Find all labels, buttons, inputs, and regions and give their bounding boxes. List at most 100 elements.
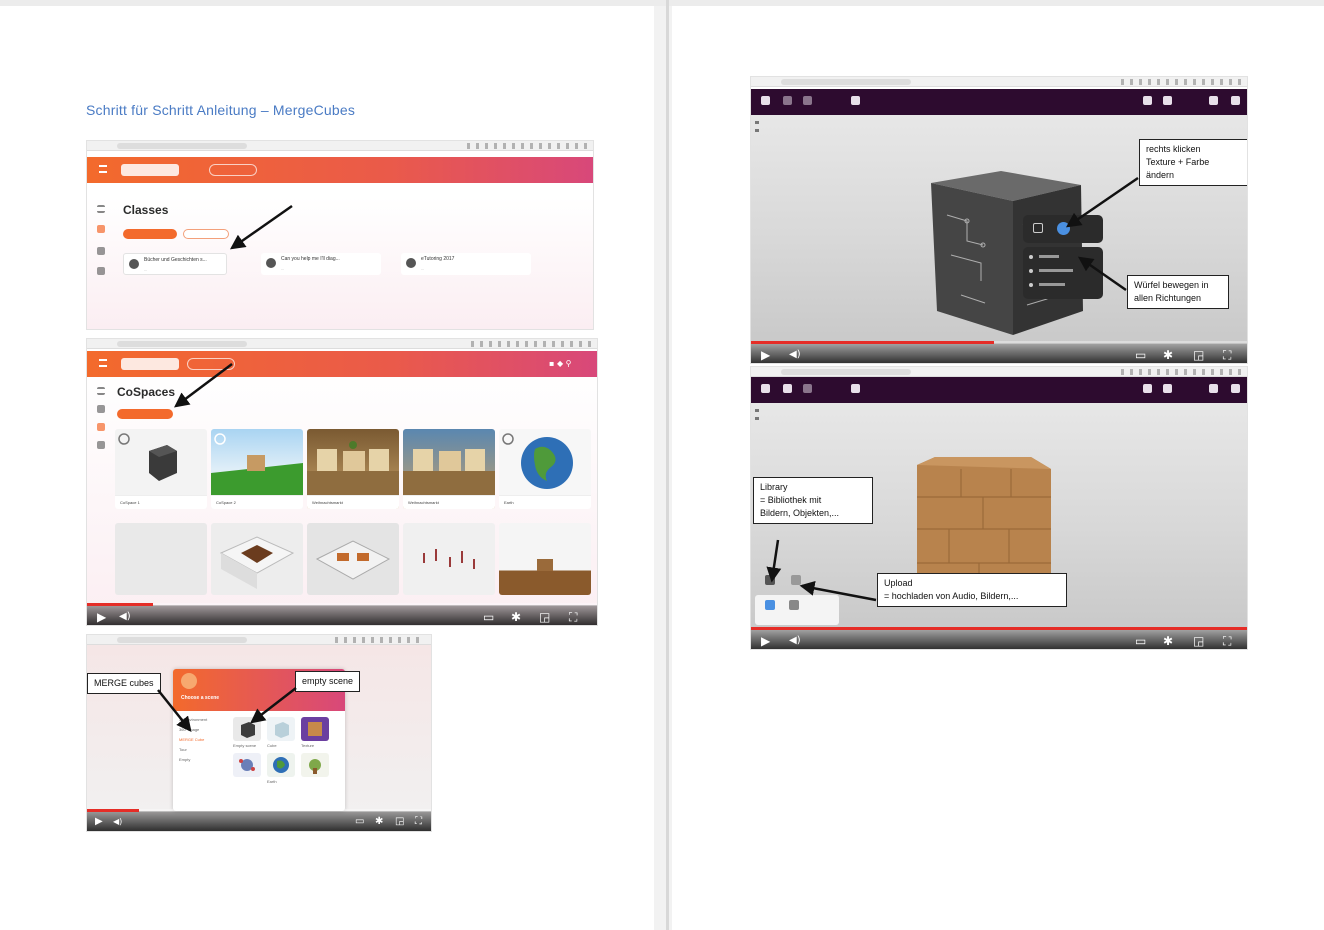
callout-line: Würfel bewegen in — [1134, 280, 1209, 290]
subtitles-icon[interactable]: ▭ — [1135, 349, 1146, 361]
join-class-tab[interactable] — [183, 229, 229, 239]
callout-line: = Bibliothek mit — [760, 495, 822, 505]
scene-option[interactable] — [233, 753, 261, 777]
play-icon[interactable]: ▶ — [761, 635, 770, 647]
upgrade-pill[interactable] — [209, 164, 257, 176]
settings-icon[interactable]: ✱ — [375, 816, 383, 828]
library-button[interactable] — [765, 575, 775, 585]
play-icon[interactable]: ▶ — [761, 349, 770, 361]
sidebar-spaces-icon[interactable] — [97, 405, 105, 413]
play-scene-icon[interactable] — [1231, 96, 1240, 105]
menu-row[interactable] — [1039, 269, 1073, 272]
volume-icon[interactable]: ◀) — [119, 611, 131, 623]
create-cospace-tab[interactable] — [117, 409, 173, 419]
help-icon[interactable] — [1143, 96, 1152, 105]
cospace-thumb[interactable]: Earth — [499, 429, 591, 509]
cospace-thumb[interactable] — [403, 523, 495, 595]
side-tools-icon[interactable] — [755, 409, 759, 425]
sidebar-classes-icon[interactable] — [97, 423, 105, 431]
scene-texture[interactable] — [301, 717, 329, 741]
market-scene-icon — [307, 441, 399, 495]
home-icon[interactable] — [761, 384, 770, 393]
fullscreen-icon[interactable]: ⛶ — [569, 611, 577, 623]
save-icon[interactable] — [1209, 96, 1218, 105]
undo-icon[interactable] — [783, 96, 792, 105]
class-card[interactable]: eTutoring 2017 ... — [401, 253, 531, 275]
sidebar-gallery-icon[interactable] — [97, 441, 105, 449]
sidebar-gallery-icon[interactable] — [97, 267, 105, 275]
settings-icon[interactable]: ✱ — [1163, 635, 1173, 647]
cospace-thumb[interactable]: CoSpace 2 — [211, 429, 303, 509]
cospace-thumb[interactable]: Weihnachtsmarkt — [403, 429, 495, 509]
undo-icon[interactable] — [783, 384, 792, 393]
upload-button[interactable] — [791, 575, 801, 585]
menu-row[interactable] — [1039, 283, 1065, 286]
callout-right-click: rechts klicken Texture + Farbe ändern — [1139, 139, 1247, 186]
sidebar-spaces-icon[interactable] — [97, 247, 105, 255]
volume-icon[interactable]: ◀) — [789, 349, 801, 361]
menu-row[interactable] — [1039, 255, 1059, 258]
redo-icon[interactable] — [803, 384, 812, 393]
share-icon[interactable] — [1163, 384, 1172, 393]
subtitles-icon[interactable]: ▭ — [1135, 635, 1146, 647]
menu-item[interactable]: 360° image — [179, 727, 199, 732]
sidebar-menu-icon[interactable] — [97, 387, 105, 395]
save-icon[interactable] — [1209, 384, 1218, 393]
menu-item[interactable]: 3D environment — [179, 717, 207, 722]
fullscreen-icon[interactable]: ⛶ — [1223, 349, 1231, 361]
help-icon[interactable] — [1143, 384, 1152, 393]
volume-icon[interactable]: ◀) — [789, 635, 801, 647]
play-icon[interactable]: ▶ — [97, 611, 106, 623]
sidebar-menu-icon[interactable] — [97, 205, 105, 213]
fullscreen-icon[interactable]: ⛶ — [415, 816, 422, 828]
scene-option[interactable] — [301, 753, 329, 777]
video-progress[interactable] — [751, 341, 1247, 344]
video-progress[interactable] — [87, 809, 431, 812]
shared-tab[interactable] — [177, 409, 223, 419]
menu-item[interactable]: Tour — [179, 747, 187, 752]
side-tools-icon[interactable] — [755, 121, 759, 137]
scene-cube[interactable] — [267, 717, 295, 741]
play-scene-icon[interactable] — [1231, 384, 1240, 393]
fullscreen-icon[interactable]: ⛶ — [1223, 635, 1231, 647]
miniplayer-icon[interactable]: ◲ — [395, 816, 404, 828]
cospace-thumb[interactable]: CoSpace 1 — [115, 429, 207, 509]
upload-icon[interactable] — [789, 600, 799, 610]
move-icon[interactable] — [1033, 223, 1043, 233]
miniplayer-icon[interactable]: ◲ — [539, 611, 550, 623]
material-icon[interactable] — [1057, 222, 1070, 235]
miniplayer-icon[interactable]: ◲ — [1193, 635, 1204, 647]
redo-icon[interactable] — [803, 96, 812, 105]
cospace-thumb[interactable] — [499, 523, 591, 595]
upgrade-pill[interactable] — [187, 358, 235, 370]
coding-icon[interactable] — [851, 96, 860, 105]
menu-icon[interactable] — [99, 359, 107, 367]
play-icon[interactable]: ▶ — [95, 816, 103, 828]
menu-item[interactable]: Empty — [179, 757, 190, 762]
scene-empty-cube[interactable] — [233, 717, 261, 741]
class-card[interactable]: Can you help me I'll diag... ... — [261, 253, 381, 275]
cospace-thumb[interactable] — [211, 523, 303, 595]
home-icon[interactable] — [761, 96, 770, 105]
menu-icon[interactable] — [99, 165, 107, 173]
settings-icon[interactable]: ✱ — [511, 611, 521, 623]
settings-icon[interactable]: ✱ — [1163, 349, 1173, 361]
scene-option[interactable] — [267, 753, 295, 777]
miniplayer-icon[interactable]: ◲ — [1193, 349, 1204, 361]
video-progress[interactable] — [751, 627, 1247, 630]
cospace-thumb[interactable] — [307, 523, 399, 595]
cospace-thumb[interactable]: Weihnachtsmarkt — [307, 429, 399, 509]
share-icon[interactable] — [1163, 96, 1172, 105]
library-icon[interactable] — [765, 600, 775, 610]
coding-icon[interactable] — [851, 384, 860, 393]
video-progress[interactable] — [87, 603, 597, 606]
create-class-tab[interactable] — [123, 229, 177, 239]
menu-item[interactable]: MERGE Cube — [179, 737, 204, 742]
subtitles-icon[interactable]: ▭ — [483, 611, 494, 623]
header-icons[interactable]: ▪ ◆ ⚲ — [549, 358, 589, 368]
cospace-thumb[interactable] — [115, 523, 207, 595]
subtitles-icon[interactable]: ▭ — [355, 816, 364, 828]
class-card[interactable]: Bücher und Geschichten s... ... — [123, 253, 227, 275]
volume-icon[interactable]: ◀) — [113, 816, 122, 828]
sidebar-classes-icon[interactable] — [97, 225, 105, 233]
